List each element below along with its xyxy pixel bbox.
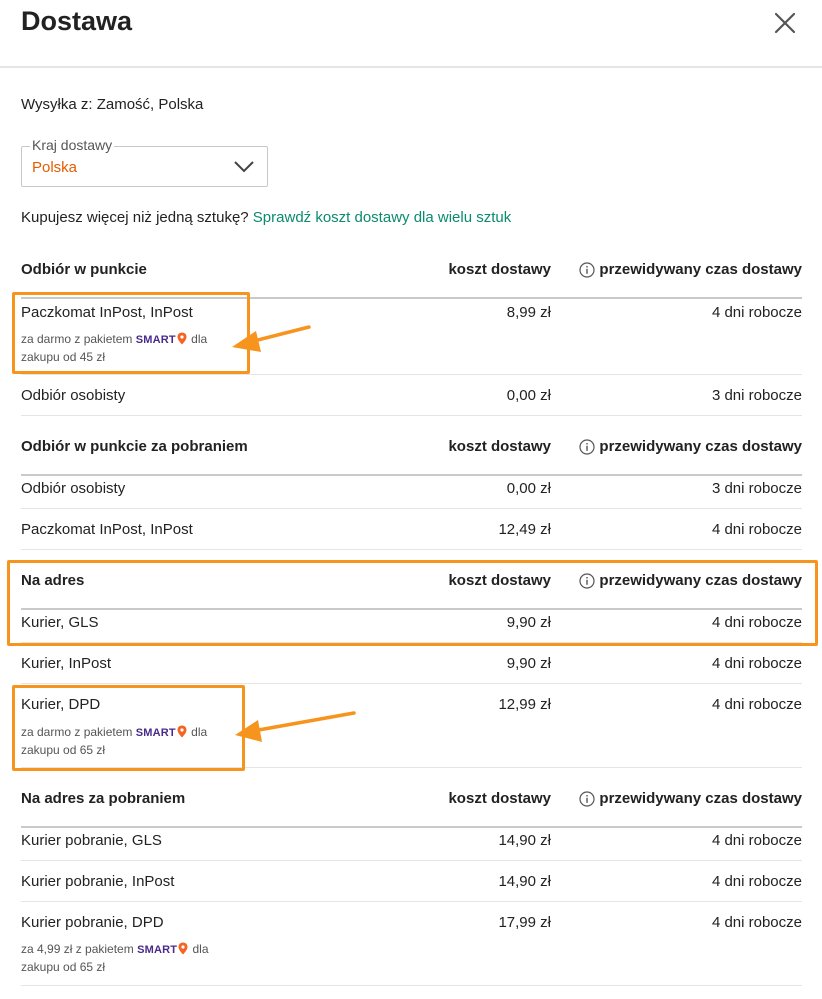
delivery-option-name: Paczkomat InPost, InPost: [21, 304, 193, 321]
section-title: Na adres: [21, 572, 85, 589]
delivery-option-name: Kurier pobranie, GLS: [21, 832, 162, 849]
delivery-option-cost: 9,90 zł: [506, 614, 551, 631]
delivery-option-name: Kurier, GLS: [21, 614, 99, 631]
close-icon[interactable]: [772, 10, 798, 36]
time-column-header-label: przewidywany czas dostawy: [599, 572, 802, 589]
delivery-option-row[interactable]: Kurier pobranie, GLS 14,90 zł 4 dni robo…: [21, 820, 802, 861]
delivery-option-name: Odbiór osobisty: [21, 480, 126, 497]
delivery-option-cost: 12,49 zł: [498, 521, 551, 538]
chevron-down-icon: [234, 161, 254, 173]
delivery-option-cost: 17,99 zł: [498, 914, 551, 931]
cost-column-header: koszt dostawy: [448, 572, 551, 589]
promo-text: zakupu od 45 zł: [21, 350, 106, 364]
time-column-header-label: przewidywany czas dostawy: [599, 790, 802, 807]
section-title: Odbiór w punkcie: [21, 261, 147, 278]
multi-item-question: Kupujesz więcej niż jedną sztukę?: [21, 209, 253, 226]
delivery-option-cost: 0,00 zł: [506, 480, 551, 497]
smart-pin-icon: [178, 942, 188, 955]
time-column-header-label: przewidywany czas dostawy: [599, 438, 802, 455]
cost-column-header: koszt dostawy: [448, 438, 551, 455]
delivery-option-time: 3 dni robocze: [711, 387, 802, 404]
promo-text: zakupu od 65 zł: [21, 960, 106, 974]
delivery-option-name: Kurier pobranie, DPD: [21, 914, 164, 931]
promo-text: za 4,99 zł z pakietem: [21, 942, 138, 956]
promo-text: dla: [187, 332, 208, 346]
cost-column-header: koszt dostawy: [448, 261, 551, 278]
delivery-option-row[interactable]: Kurier, InPost 9,90 zł 4 dni robocze: [21, 643, 802, 684]
info-icon[interactable]: [579, 262, 596, 278]
delivery-option-row[interactable]: Paczkomat InPost, InPost 8,99 zł 4 dni r…: [21, 292, 802, 375]
promo-text: za darmo z pakietem: [21, 725, 136, 739]
smart-pin-icon: [177, 725, 187, 738]
delivery-option-row[interactable]: Odbiór osobisty 0,00 zł 3 dni robocze: [21, 468, 802, 509]
section-title: Na adres za pobraniem: [21, 790, 186, 807]
time-column-header[interactable]: przewidywany czas dostawy: [579, 790, 802, 808]
delivery-option-time: 4 dni robocze: [711, 521, 802, 538]
multi-item-cost-link[interactable]: Sprawdź koszt dostawy dla wielu sztuk: [253, 209, 511, 226]
cost-column-header: koszt dostawy: [448, 790, 551, 807]
delivery-option-row[interactable]: Paczkomat InPost, InPost 12,49 zł 4 dni …: [21, 509, 802, 550]
section-title: Odbiór w punkcie za pobraniem: [21, 438, 248, 455]
promo-text: dla: [187, 725, 208, 739]
shipping-origin: Wysyłka z: Zamość, Polska: [21, 96, 204, 113]
smart-logo: SMART: [135, 334, 176, 346]
delivery-option-name: Kurier pobranie, InPost: [21, 873, 175, 890]
delivery-option-row[interactable]: Kurier, GLS 9,90 zł 4 dni robocze: [21, 602, 802, 643]
info-icon[interactable]: [579, 439, 596, 455]
info-icon[interactable]: [579, 791, 596, 807]
delivery-option-name: Paczkomat InPost, InPost: [21, 521, 193, 538]
delivery-option-time: 4 dni robocze: [711, 614, 802, 631]
time-column-header[interactable]: przewidywany czas dostawy: [579, 438, 802, 456]
delivery-option-time: 4 dni robocze: [711, 304, 802, 321]
country-select-value: Polska: [32, 159, 78, 176]
time-column-header-label: przewidywany czas dostawy: [599, 261, 802, 278]
delivery-option-cost: 14,90 zł: [498, 832, 551, 849]
delivery-option-name: Kurier, InPost: [21, 655, 112, 672]
smart-logo: SMART: [135, 727, 176, 739]
dialog-header: Dostawa: [0, 0, 822, 68]
delivery-option-cost: 14,90 zł: [498, 873, 551, 890]
smart-pin-icon: [177, 332, 187, 345]
delivery-option-row[interactable]: Odbiór osobisty 0,00 zł 3 dni robocze: [21, 375, 802, 416]
delivery-option-row[interactable]: Kurier pobranie, DPD 17,99 zł 4 dni robo…: [21, 902, 802, 986]
smart-logo: SMART: [137, 944, 178, 956]
time-column-header[interactable]: przewidywany czas dostawy: [579, 261, 802, 279]
delivery-option-cost: 12,99 zł: [498, 696, 551, 713]
country-select[interactable]: Kraj dostawy Polska: [21, 137, 268, 187]
info-icon[interactable]: [579, 573, 596, 589]
country-select-label: Kraj dostawy: [30, 137, 115, 153]
delivery-option-cost: 9,90 zł: [506, 655, 551, 672]
delivery-option-name: Kurier, DPD: [21, 696, 101, 713]
time-column-header[interactable]: przewidywany czas dostawy: [579, 572, 802, 590]
delivery-option-time: 4 dni robocze: [711, 914, 802, 931]
delivery-option-time: 4 dni robocze: [711, 832, 802, 849]
delivery-option-time: 4 dni robocze: [711, 873, 802, 890]
delivery-option-row[interactable]: Kurier, DPD 12,99 zł 4 dni robocze za da…: [21, 684, 802, 768]
smart-promo-note: za darmo z pakietem SMART dla zakupu od 6…: [21, 724, 251, 759]
delivery-option-cost: 0,00 zł: [506, 387, 551, 404]
promo-text: dla: [189, 942, 209, 956]
delivery-option-time: 4 dni robocze: [711, 655, 802, 672]
delivery-option-time: 4 dni robocze: [711, 696, 802, 713]
delivery-option-time: 3 dni robocze: [711, 480, 802, 497]
promo-text: za darmo z pakietem: [21, 332, 136, 346]
delivery-option-row[interactable]: Kurier pobranie, InPost 14,90 zł 4 dni r…: [21, 861, 802, 902]
delivery-option-name: Odbiór osobisty: [21, 387, 126, 404]
delivery-option-cost: 8,99 zł: [506, 304, 551, 321]
smart-promo-note: za darmo z pakietem SMART dla zakupu od 4…: [21, 331, 251, 366]
smart-promo-note: za 4,99 zł z pakietem SMART dla zakupu od…: [21, 941, 251, 976]
promo-text: zakupu od 65 zł: [21, 743, 106, 757]
dialog-title: Dostawa: [21, 6, 133, 36]
multi-item-hint: Kupujesz więcej niż jedną sztukę? Sprawd…: [21, 209, 511, 226]
